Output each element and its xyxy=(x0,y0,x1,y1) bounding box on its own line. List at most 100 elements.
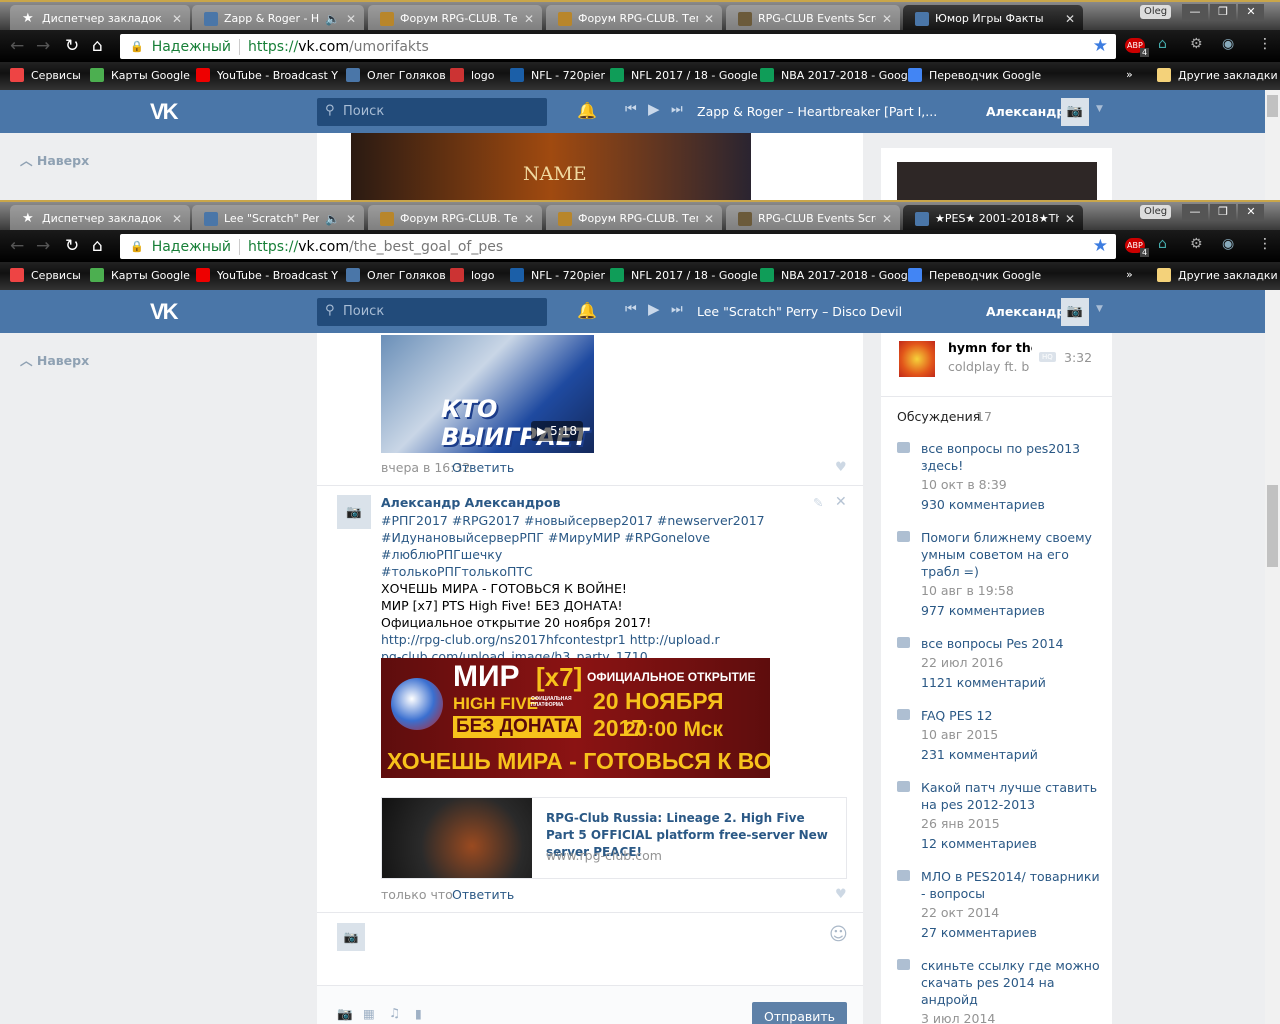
tab-events[interactable]: RPG-CLUB Events Scree ✕ xyxy=(726,205,900,232)
forward-icon[interactable]: → xyxy=(36,236,50,256)
bookmark-apps[interactable]: Сервисы xyxy=(10,68,81,82)
bookmark-nfl-sheet[interactable]: NFL 2017 / 18 - Google xyxy=(610,68,758,82)
discussions-heading[interactable]: Обсуждения xyxy=(897,409,980,424)
home-icon[interactable]: ⌂ xyxy=(92,236,103,256)
post-author[interactable]: Александр Александров xyxy=(381,495,560,510)
extension-eye-icon[interactable]: ◉ xyxy=(1222,236,1234,252)
bookmark-nba-sheet[interactable]: NBA 2017-2018 - Goog xyxy=(760,268,908,282)
discussion-title[interactable]: все вопросы Pes 2014 xyxy=(921,635,1102,652)
emoji-smile-icon[interactable]: ☺ xyxy=(829,924,848,945)
scrollbar-thumb[interactable] xyxy=(1267,95,1278,117)
audio-cover-image[interactable] xyxy=(899,341,935,377)
bookmark-logo[interactable]: logo xyxy=(450,68,495,82)
prev-track-icon[interactable]: ⏮ xyxy=(625,302,637,317)
bookmark-maps[interactable]: Карты Google xyxy=(90,268,190,282)
reload-icon[interactable]: ↻ xyxy=(65,36,79,56)
bookmark-youtube[interactable]: YouTube - Broadcast Y xyxy=(196,68,338,82)
speaker-icon[interactable]: 🔈 xyxy=(325,212,340,226)
bookmark-nfl[interactable]: NFL - 720pier xyxy=(510,68,605,82)
close-tab-icon[interactable]: ✕ xyxy=(1065,12,1075,26)
vk-logo[interactable]: VK xyxy=(150,299,179,325)
discussion-item[interactable]: FAQ PES 12 10 авг 2015 231 комментарий xyxy=(897,707,1102,763)
discussion-item[interactable]: скиньте ссылку где можно скачать pes 201… xyxy=(897,957,1102,1024)
bookmark-nba-sheet[interactable]: NBA 2017-2018 - Goog xyxy=(760,68,908,82)
attach-document-icon[interactable]: ▮ xyxy=(415,1006,422,1021)
link-card[interactable]: RPG-Club Russia: Lineage 2. High Five Pa… xyxy=(381,797,847,879)
discussion-item[interactable]: все вопросы по pes2013 здесь! 10 окт в 8:… xyxy=(897,440,1102,513)
scroll-to-top[interactable]: ︿ Наверх xyxy=(20,150,89,169)
play-icon[interactable]: ▶ xyxy=(648,100,660,118)
scrollbar-thumb[interactable] xyxy=(1267,485,1278,567)
search-input[interactable]: ⚲ Поиск xyxy=(317,98,547,126)
hashtags[interactable]: #РПГ2017 #RPG2017 #новыйсервер2017 #news… xyxy=(381,512,821,529)
bookmark-apps[interactable]: Сервисы xyxy=(10,268,81,282)
tab-bookmark-manager[interactable]: ★ Диспетчер закладок ✕ xyxy=(10,5,190,32)
tab-bookmark-manager[interactable]: ★ Диспетчер закладок ✕ xyxy=(10,205,190,232)
post-banner-image[interactable]: МИР [x7] HIGH FIVE ОФИЦИАЛЬНАЯ ПЛАТФОРМА… xyxy=(381,658,770,778)
bookmark-star-icon[interactable]: ★ xyxy=(1093,36,1108,56)
discussion-comments[interactable]: 231 комментарий xyxy=(921,746,1102,763)
close-window-icon[interactable]: ✕ xyxy=(1238,204,1264,220)
speaker-icon[interactable]: 🔈 xyxy=(325,12,340,26)
comment-input[interactable] xyxy=(375,920,855,980)
play-icon[interactable]: ▶ xyxy=(648,300,660,318)
tab-music[interactable]: Zapp & Roger - Hear🔈✕ xyxy=(192,5,364,32)
close-tab-icon[interactable]: ✕ xyxy=(524,12,534,26)
forward-icon[interactable]: → xyxy=(36,36,50,56)
audio-title[interactable]: hymn for the... xyxy=(948,340,1032,355)
bookmark-youtube[interactable]: YouTube - Broadcast Y xyxy=(196,268,338,282)
close-window-icon[interactable]: ✕ xyxy=(1238,4,1264,20)
author-avatar-camera-icon[interactable]: 📷 xyxy=(337,495,371,529)
close-tab-icon[interactable]: ✕ xyxy=(882,12,892,26)
discussion-comments[interactable]: 930 комментариев xyxy=(921,496,1102,513)
user-name[interactable]: Александр xyxy=(986,304,1065,319)
bookmarks-more[interactable]: » xyxy=(1126,68,1133,81)
discussion-title[interactable]: Какой патч лучше ставить на pes 2012-201… xyxy=(921,779,1102,813)
home-icon[interactable]: ⌂ xyxy=(92,36,103,56)
minimize-icon[interactable]: — xyxy=(1182,204,1208,220)
notifications-bell-icon[interactable]: 🔔 xyxy=(577,101,597,120)
restore-icon[interactable]: ❐ xyxy=(1210,4,1236,20)
close-tab-icon[interactable]: ✕ xyxy=(882,212,892,226)
menu-kebab-icon[interactable]: ⋮ xyxy=(1258,36,1272,52)
chevron-down-icon[interactable]: ▼ xyxy=(1096,304,1103,314)
hashtags[interactable]: #толькоРПГтолькоПТС xyxy=(381,563,821,580)
back-icon[interactable]: ← xyxy=(10,236,24,256)
player-track-title[interactable]: Zapp & Roger – Heartbreaker [Part I,... xyxy=(697,104,937,119)
tab-music[interactable]: Lee "Scratch" Perry🔈✕ xyxy=(192,205,364,232)
bookmark-maps[interactable]: Карты Google xyxy=(90,68,190,82)
extension-drop-icon[interactable]: ⌂ xyxy=(1158,236,1167,252)
tab-forum-1[interactable]: Форум RPG-CLUB. Тема✕ xyxy=(368,205,542,232)
tab-forum-2[interactable]: Форум RPG-CLUB. Тема ✕ xyxy=(546,205,722,232)
close-tab-icon[interactable]: ✕ xyxy=(1065,212,1075,226)
discussion-title[interactable]: Помоги ближнему своему умным советом на … xyxy=(921,529,1102,580)
close-tab-icon[interactable]: ✕ xyxy=(524,212,534,226)
delete-close-icon[interactable]: ✕ xyxy=(835,494,847,510)
extension-gear-icon[interactable]: ⚙ xyxy=(1190,36,1203,52)
url-input[interactable]: 🔒 Надежный https://vk.com/the_best_goal_… xyxy=(120,234,1116,259)
send-button[interactable]: Отправить xyxy=(752,1002,847,1024)
discussion-comments[interactable]: 12 комментариев xyxy=(921,835,1102,852)
profile-button[interactable]: Oleg xyxy=(1140,205,1172,219)
audio-artist[interactable]: coldplay ft. bey xyxy=(948,359,1030,374)
game-banner-image[interactable]: NAME xyxy=(351,133,751,200)
close-tab-icon[interactable]: ✕ xyxy=(346,12,356,26)
cover-image[interactable] xyxy=(897,162,1097,200)
hashtags[interactable]: #ИдунановыйсерверРПГ #МируМИР #RPGonelov… xyxy=(381,529,821,563)
edit-pencil-icon[interactable]: ✎ xyxy=(813,495,823,510)
discussion-comments[interactable]: 977 комментариев xyxy=(921,602,1102,619)
prev-track-icon[interactable]: ⏮ xyxy=(625,102,637,117)
discussion-item[interactable]: все вопросы Pes 2014 22 июл 2016 1121 комм… xyxy=(897,635,1102,691)
tab-active[interactable]: Юмор Игры Факты ✕ xyxy=(903,5,1083,32)
bookmark-oleg[interactable]: Олег Голяков xyxy=(346,268,446,282)
tab-forum-1[interactable]: Форум RPG-CLUB. Тема✕ xyxy=(368,5,542,32)
extension-eye-icon[interactable]: ◉ xyxy=(1222,36,1234,52)
other-bookmarks[interactable]: Другие закладки xyxy=(1157,268,1278,282)
other-bookmarks[interactable]: Другие закладки xyxy=(1157,68,1278,82)
restore-icon[interactable]: ❐ xyxy=(1210,204,1236,220)
attach-music-icon[interactable]: ♫ xyxy=(389,1005,400,1020)
discussion-comments[interactable]: 27 комментариев xyxy=(921,924,1102,941)
vk-logo[interactable]: VK xyxy=(150,99,179,125)
attach-photo-icon[interactable]: 📷 xyxy=(337,1006,353,1022)
avatar-camera-icon[interactable]: 📷 xyxy=(1061,98,1089,126)
